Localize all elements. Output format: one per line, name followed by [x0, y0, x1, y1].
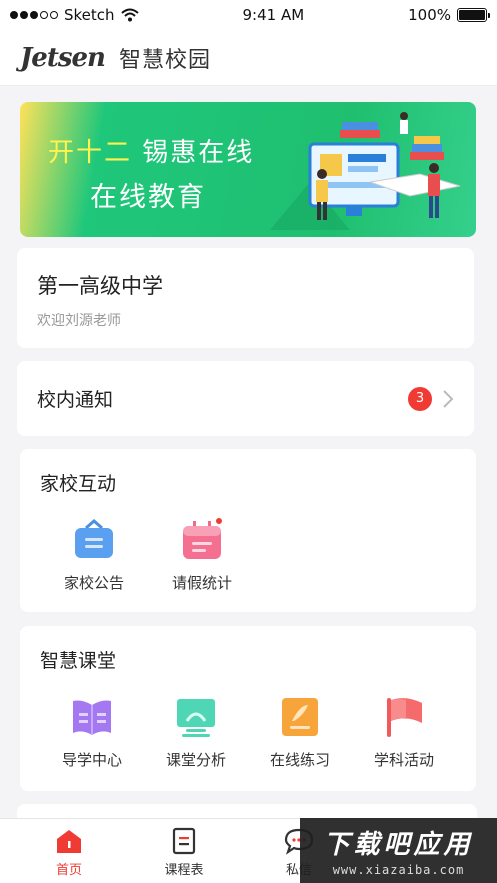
status-left: Sketch — [10, 6, 139, 24]
battery-percent: 100% — [408, 6, 451, 24]
monitor-icon — [174, 695, 218, 739]
welcome-text: 欢迎刘源老师 — [37, 313, 121, 329]
tab-home[interactable]: 首页 — [23, 819, 115, 883]
status-right: 100% — [408, 6, 490, 24]
watermark: 下载吧应用 www.xiazaiba.com — [300, 818, 497, 883]
online-practice-item[interactable]: 在线练习 — [248, 695, 352, 770]
announcement-item[interactable]: 家校公告 — [40, 518, 148, 593]
smart-classroom-section: 智慧课堂 导学中心 课堂分析 在线练习 学科活动 — [20, 626, 476, 791]
banner-illustration — [270, 112, 461, 230]
tab-schedule-label: 课程表 — [164, 863, 204, 878]
notification-dot — [214, 516, 224, 526]
tab-home-label: 首页 — [55, 863, 82, 878]
section-title: 家校互动 — [40, 473, 117, 495]
chevron-right-icon — [443, 389, 454, 408]
school-card[interactable]: 第一高级中学 欢迎刘源老师 — [17, 248, 474, 348]
banner-headline-rest: 锡惠在线 — [142, 138, 255, 168]
jetsen-logo: Jetsen — [20, 42, 106, 73]
subject-activity-label: 学科活动 — [373, 751, 434, 769]
wifi-icon — [120, 8, 139, 22]
class-analysis-label: 课堂分析 — [165, 751, 226, 769]
notice-right: 3 — [408, 386, 454, 411]
watermark-url: www.xiazaiba.com — [332, 863, 465, 877]
banner-highlight: 开十二 — [48, 138, 133, 168]
status-bar: Sketch 9:41 AM 100% — [0, 0, 497, 30]
subject-activity-item[interactable]: 学科活动 — [352, 695, 456, 770]
flag-icon — [382, 695, 426, 739]
tab-schedule[interactable]: 课程表 — [138, 819, 230, 883]
school-name: 第一高级中学 — [37, 274, 163, 298]
banner-subline: 在线教育 — [90, 182, 206, 213]
calendar-icon — [180, 516, 224, 562]
section-title: 智慧课堂 — [40, 650, 117, 672]
notice-title: 校内通知 — [37, 389, 114, 411]
study-guide-label: 导学中心 — [61, 751, 122, 769]
leave-stats-label: 请假统计 — [171, 574, 232, 592]
home-school-section: 家校互动 家校公告 请假统计 — [20, 449, 476, 612]
book-icon — [70, 695, 114, 739]
online-practice-label: 在线练习 — [269, 751, 330, 769]
signal-icon — [10, 11, 58, 19]
announcement-label: 家校公告 — [63, 574, 124, 592]
class-analysis-item[interactable]: 课堂分析 — [144, 695, 248, 770]
carrier-label: Sketch — [64, 6, 115, 24]
schedule-icon — [172, 827, 196, 855]
unread-badge: 3 — [408, 386, 432, 411]
watermark-title: 下载吧应用 — [323, 830, 474, 860]
leave-stats-item[interactable]: 请假统计 — [148, 516, 256, 593]
home-icon — [57, 830, 81, 853]
page-title: 智慧校园 — [118, 47, 211, 73]
school-notice-row[interactable]: 校内通知 3 — [17, 361, 474, 436]
study-guide-item[interactable]: 导学中心 — [40, 695, 144, 770]
announcement-icon — [72, 518, 116, 562]
app-header: Jetsen 智慧校园 — [0, 30, 497, 86]
promo-banner[interactable]: 开十二 锡惠在线 在线教育 — [20, 102, 476, 237]
smart-classroom-grid: 导学中心 课堂分析 在线练习 学科活动 — [40, 695, 456, 770]
status-time: 9:41 AM — [242, 6, 305, 24]
home-school-grid: 家校公告 请假统计 — [40, 516, 456, 593]
banner-headline: 开十二 锡惠在线 — [48, 132, 254, 169]
practice-icon — [278, 695, 322, 739]
battery-icon — [457, 8, 490, 22]
